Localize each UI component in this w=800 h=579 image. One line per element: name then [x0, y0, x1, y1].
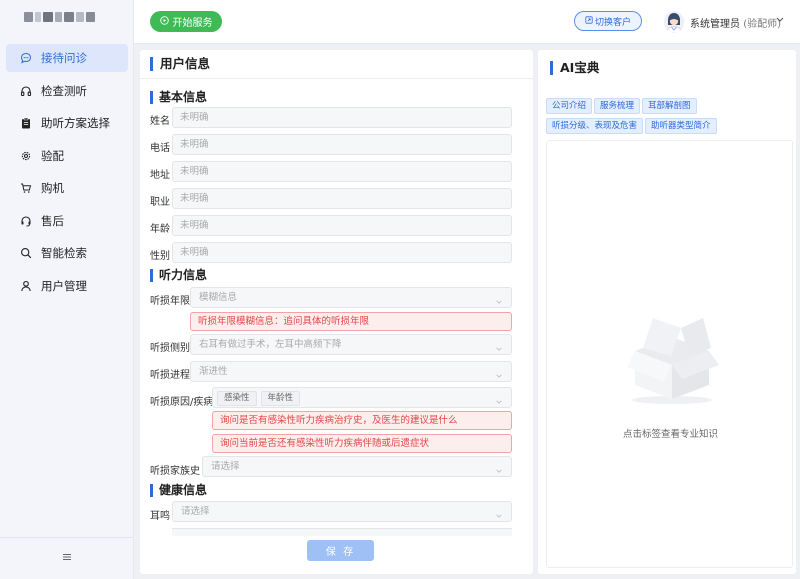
- field-label-phone: 电话: [150, 143, 170, 154]
- cause-alert-history: 询问是否有感染性听力疾病治疗史，及医生的建议是什么: [212, 411, 512, 430]
- cart-icon: [20, 182, 32, 194]
- cause-alert-current: 询问当前是否还有感染性听力疾病伴随或后遗症状: [212, 434, 512, 453]
- top-header: 开始服务 切换客户 系统管理员 (验配师): [134, 0, 800, 44]
- user-icon: [20, 280, 32, 292]
- next-field-partial: [172, 528, 512, 536]
- gender-field[interactable]: 未明确: [172, 242, 512, 263]
- kb-tag-company[interactable]: 公司介绍: [546, 98, 593, 114]
- sidebar-item-label: 售后: [41, 213, 64, 228]
- sidebar-item-after-sales[interactable]: 售后: [6, 207, 128, 235]
- sidebar: 接待问诊 检查测听 助听方案选择 验配 购机 售后 智能检索 用户管理: [0, 0, 134, 579]
- occupation-field[interactable]: 未明确: [172, 188, 512, 209]
- sidebar-item-user-management[interactable]: 用户管理: [6, 272, 128, 300]
- panel-title: 用户信息: [150, 57, 210, 71]
- field-label-gender: 性别: [150, 251, 170, 262]
- headphones-icon: [20, 85, 32, 97]
- sidebar-item-label: 检查测听: [41, 83, 87, 98]
- chevron-down-icon: [495, 394, 503, 404]
- divider: [140, 78, 533, 79]
- chevron-down-icon: [495, 294, 503, 304]
- hearing-loss-cause-select[interactable]: 感染性 年龄性: [212, 387, 512, 408]
- name-field[interactable]: 未明确: [172, 107, 512, 128]
- field-label-progress: 听损进程: [150, 370, 190, 381]
- hearing-loss-side-select[interactable]: 右耳有做过手术，左耳中高频下降: [190, 334, 512, 355]
- cause-tag[interactable]: 年龄性: [260, 391, 301, 406]
- field-label-duration: 听损年限: [150, 296, 190, 307]
- sidebar-item-label: 助听方案选择: [41, 116, 110, 130]
- sidebar-item-purchase[interactable]: 购机: [6, 174, 128, 202]
- select-value: 右耳有做过手术，左耳中高频下降: [199, 339, 342, 350]
- field-label-family: 听损家族史: [150, 466, 200, 477]
- select-value: 模糊信息: [199, 292, 238, 303]
- field-label-occupation: 职业: [150, 197, 170, 208]
- user-name[interactable]: 系统管理员 (验配师): [690, 15, 781, 30]
- empty-hint: 点击标签查看专业知识: [622, 429, 718, 440]
- chevron-down-icon: [495, 463, 503, 473]
- empty-box-icon: [617, 296, 727, 406]
- section-title-health: 健康信息: [150, 484, 207, 497]
- sidebar-item-label: 接待问诊: [41, 51, 87, 65]
- sidebar-collapse-button[interactable]: [0, 537, 134, 579]
- user-name-text: 系统管理员: [690, 19, 740, 30]
- tinnitus-select[interactable]: 请选择: [172, 501, 512, 522]
- phone-field[interactable]: 未明确: [172, 134, 512, 155]
- cause-tag[interactable]: 感染性: [217, 391, 257, 406]
- address-field[interactable]: 未明确: [172, 161, 512, 182]
- chevron-down-icon: [495, 508, 503, 518]
- user-avatar[interactable]: [664, 11, 684, 33]
- knowledge-content-area: 点击标签查看专业知识: [546, 140, 793, 568]
- field-label-name: 姓名: [150, 116, 170, 127]
- field-label-cause: 听损原因/疾病: [150, 397, 214, 408]
- select-placeholder: 请选择: [181, 506, 210, 517]
- clipboard-icon: [20, 117, 32, 129]
- sidebar-item-label: 购机: [41, 181, 64, 195]
- field-label-tinnitus: 耳鸣: [150, 511, 170, 522]
- app-logo: [24, 12, 104, 26]
- switch-customer-label: 切换客户: [594, 17, 631, 28]
- kb-tag-hearing-loss-grades[interactable]: 听损分级、表现及危害: [546, 118, 644, 134]
- field-label-age: 年龄: [150, 224, 170, 235]
- hearing-loss-progress-select[interactable]: 渐进性: [190, 361, 512, 382]
- sidebar-item-label: 验配: [41, 148, 64, 163]
- age-field[interactable]: 未明确: [172, 215, 512, 236]
- sidebar-item-fitting[interactable]: 验配: [6, 142, 128, 170]
- sidebar-item-label: 用户管理: [41, 278, 87, 293]
- duration-alert: 听损年限模糊信息：追问具体的听损年限: [190, 312, 512, 331]
- select-placeholder: 请选择: [211, 461, 240, 472]
- chevron-down-icon[interactable]: [775, 14, 785, 24]
- chevron-down-icon: [495, 368, 503, 378]
- user-info-panel: 用户信息 基本信息 姓名 未明确 电话 未明确 地址 未明确 职业 未明确 年龄…: [140, 50, 533, 574]
- hearing-loss-duration-select[interactable]: 模糊信息: [190, 287, 512, 308]
- gear-icon: [20, 150, 32, 162]
- headset-icon: [20, 215, 32, 227]
- chevron-down-icon: [495, 341, 503, 351]
- sidebar-item-label: 智能检索: [41, 246, 87, 260]
- kb-tag-hearing-aid-types[interactable]: 助听器类型简介: [645, 118, 717, 134]
- knowledge-tags: 公司介绍 服务梳理 耳部解剖图听损分级、表现及危害 助听器类型简介: [546, 98, 791, 138]
- field-label-address: 地址: [150, 170, 170, 181]
- chat-bubble-icon: [20, 52, 32, 64]
- menu-icon: [62, 552, 72, 565]
- sidebar-nav: 接待问诊 检查测听 助听方案选择 验配 购机 售后 智能检索 用户管理: [0, 44, 134, 304]
- kb-tag-ear-anatomy[interactable]: 耳部解剖图: [642, 98, 697, 114]
- switch-icon: [585, 15, 593, 27]
- start-service-label: 开始服务: [172, 18, 213, 29]
- sidebar-item-reception[interactable]: 接待问诊: [6, 44, 128, 72]
- sidebar-item-hearing-test[interactable]: 检查测听: [6, 77, 128, 105]
- section-title-basic: 基本信息: [150, 91, 207, 104]
- start-service-button[interactable]: 开始服务: [150, 11, 222, 32]
- select-value: 渐进性: [199, 366, 228, 377]
- play-circle-icon: [159, 15, 169, 28]
- sidebar-item-plan-selection[interactable]: 助听方案选择: [6, 109, 128, 137]
- search-icon: [20, 247, 32, 259]
- ai-handbook-panel: AI宝典 公司介绍 服务梳理 耳部解剖图听损分级、表现及危害 助听器类型简介 点击标签…: [538, 50, 796, 574]
- family-history-select[interactable]: 请选择: [202, 456, 512, 477]
- field-label-side: 听损侧别: [150, 343, 190, 354]
- switch-customer-button[interactable]: 切换客户: [574, 11, 642, 31]
- save-button[interactable]: 保 存: [307, 540, 374, 561]
- section-title-hearing: 听力信息: [150, 269, 207, 282]
- panel-title: AI宝典: [550, 61, 599, 75]
- kb-tag-services[interactable]: 服务梳理: [594, 98, 641, 114]
- sidebar-item-smart-search[interactable]: 智能检索: [6, 239, 128, 267]
